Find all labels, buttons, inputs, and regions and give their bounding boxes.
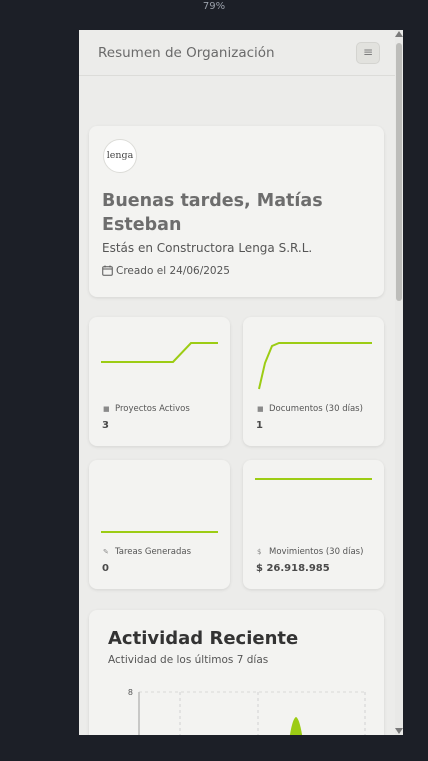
scroll-down-arrow[interactable] <box>395 728 403 734</box>
wrench-icon: ✎ <box>103 548 109 556</box>
stat-value: 3 <box>102 420 109 431</box>
sparkline <box>255 478 372 480</box>
greeting: Buenas tardes, Matías Esteban <box>102 191 323 235</box>
stat-card-documents[interactable]: ■ Documentos (30 días) 1 <box>243 317 384 446</box>
stat-label: ■ Documentos (30 días) <box>257 404 363 414</box>
activity-chart: 8 <box>128 688 366 735</box>
sparkline <box>258 342 372 390</box>
activity-subtitle: Actividad de los últimos 7 días <box>108 654 269 666</box>
stat-card-projects[interactable]: ■ Proyectos Activos 3 <box>89 317 230 446</box>
app-header: Resumen de Organización ≡ <box>79 30 395 76</box>
hamburger-icon: ≡ <box>362 45 374 59</box>
calendar-icon <box>102 265 113 276</box>
stat-label: $ Movimientos (30 días) <box>257 547 364 557</box>
stat-card-movements[interactable]: $ Movimientos (30 días) $ 26.918.985 <box>243 460 384 589</box>
activity-title: Actividad Reciente <box>108 628 299 649</box>
activity-card: Actividad Reciente Actividad de los últi… <box>89 610 384 735</box>
sparkline <box>101 531 218 533</box>
scroll-up-arrow[interactable] <box>395 31 403 37</box>
dollar-icon: $ <box>257 548 262 556</box>
stat-value: 0 <box>102 563 109 574</box>
app-window: Resumen de Organización ≡ lenga Buenas t… <box>79 30 403 735</box>
stat-label: ■ Proyectos Activos <box>103 404 190 414</box>
stat-card-tasks[interactable]: ✎ Tareas Generadas 0 <box>89 460 230 589</box>
document-icon: ■ <box>257 405 264 413</box>
stat-label: ✎ Tareas Generadas <box>103 547 192 557</box>
y-tick-label: 8 <box>128 688 133 697</box>
org-logo: lenga <box>103 139 137 173</box>
page-title: Resumen de Organización <box>98 45 275 61</box>
scroll-thumb[interactable] <box>396 43 402 301</box>
folder-icon: ■ <box>103 405 110 413</box>
created-date-text: Creado el 24/06/2025 <box>116 265 230 277</box>
welcome-card: lenga Buenas tardes, Matías Esteban Está… <box>89 126 384 297</box>
organization-line: Estás en Constructora Lenga S.R.L. <box>102 241 313 255</box>
created-date: Creado el 24/06/2025 <box>102 265 230 277</box>
scrollbar[interactable] <box>395 30 403 735</box>
sparkline <box>101 342 218 363</box>
menu-button[interactable]: ≡ <box>356 42 380 64</box>
zoom-level: 79% <box>202 1 226 12</box>
stat-value: $ 26.918.985 <box>256 563 330 574</box>
stat-value: 1 <box>256 420 263 431</box>
